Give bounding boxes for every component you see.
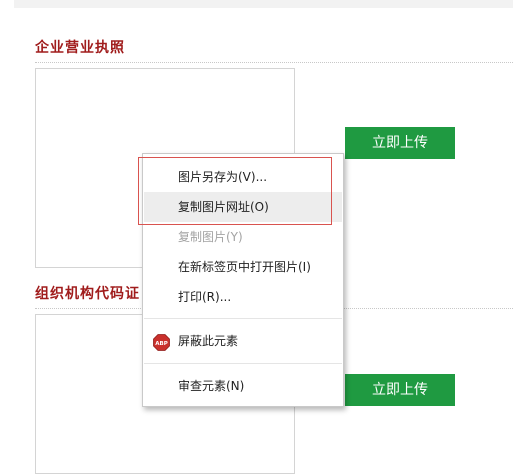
menu-item-block-element[interactable]: ABP 屏蔽此元素 xyxy=(144,326,342,356)
context-menu: 图片另存为(V)... 复制图片网址(O) 复制图片(Y) 在新标签页中打开图片… xyxy=(142,153,344,407)
business-license-upload-button[interactable]: 立即上传 xyxy=(345,127,455,159)
menu-separator xyxy=(144,363,342,364)
adblock-plus-icon: ABP xyxy=(153,332,170,351)
menu-item-copy-image-url[interactable]: 复制图片网址(O) xyxy=(144,192,342,222)
menu-item-inspect-element[interactable]: 审查元素(N) xyxy=(144,371,342,401)
menu-separator xyxy=(144,318,342,319)
top-header-strip xyxy=(14,0,513,8)
business-license-title: 企业营业执照 xyxy=(35,40,125,56)
org-code-upload-button[interactable]: 立即上传 xyxy=(345,374,455,406)
menu-item-label: 屏蔽此元素 xyxy=(178,334,239,348)
svg-text:ABP: ABP xyxy=(155,341,167,347)
menu-item-copy-image: 复制图片(Y) xyxy=(178,230,243,244)
menu-item-open-image-new-tab[interactable]: 在新标签页中打开图片(I) xyxy=(144,252,342,282)
section-divider xyxy=(35,62,513,63)
menu-item-save-image-as[interactable]: 图片另存为(V)... xyxy=(144,162,342,192)
menu-item-print[interactable]: 打印(R)... xyxy=(144,282,342,312)
org-code-title: 组织机构代码证 xyxy=(35,286,140,302)
